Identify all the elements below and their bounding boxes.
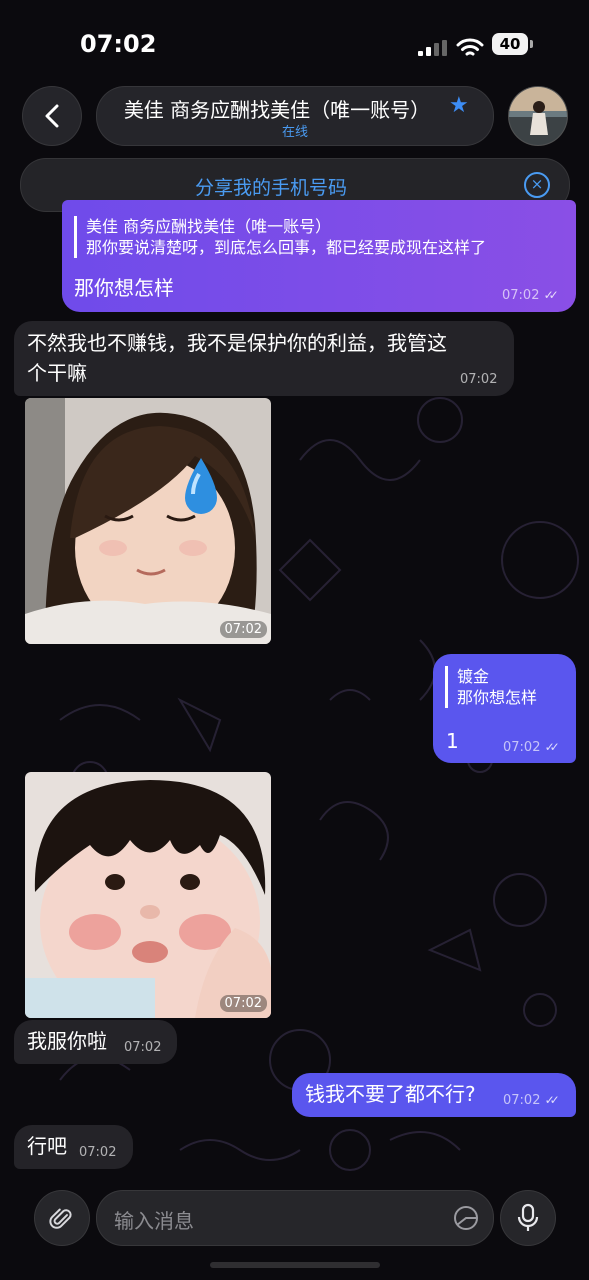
- photo-time: 07:02: [219, 995, 267, 1012]
- photo-message[interactable]: 07:02: [25, 772, 271, 1018]
- close-icon[interactable]: ×: [524, 172, 550, 198]
- avatar-photo: [509, 87, 567, 145]
- contact-avatar[interactable]: [508, 86, 568, 146]
- chevron-left-icon: [45, 104, 59, 128]
- sticker-baby-pout: [25, 772, 271, 1018]
- attach-button[interactable]: [34, 1190, 90, 1246]
- presence-status: 在线: [281, 125, 308, 140]
- share-phone-label: 分享我的手机号码: [194, 177, 347, 199]
- read-check-icon: ✓✓: [544, 1093, 560, 1107]
- incoming-message[interactable]: 不然我也不赚钱，我不是保护你的利益，我管这 个干嘛 07:02: [14, 321, 514, 396]
- microphone-button[interactable]: [500, 1190, 556, 1246]
- back-button[interactable]: [22, 86, 82, 146]
- read-check-icon: ✓✓: [543, 288, 559, 302]
- home-indicator: [210, 1262, 380, 1268]
- message-text: 1: [446, 729, 459, 753]
- battery-icon: 40: [492, 33, 528, 55]
- message-text-line: 不然我也不赚钱，我不是保护你的利益，我管这: [27, 331, 447, 355]
- reply-quote[interactable]: 美佳 商务应酬找美佳（唯一账号） 那你要说清楚呀，到底怎么回事，都已经要成现在这…: [74, 216, 486, 258]
- message-input-placeholder: 输入消息: [114, 1209, 194, 1233]
- reply-quote[interactable]: 镀金 那你想怎样: [445, 666, 537, 708]
- message-text: 我服你啦: [27, 1029, 107, 1053]
- message-text: 那你想怎样: [74, 276, 174, 300]
- photo-message[interactable]: 07:02: [25, 398, 271, 644]
- outgoing-message[interactable]: 钱我不要了都不行? 07:02 ✓✓: [292, 1073, 576, 1117]
- reply-quote-author: 美佳 商务应酬找美佳（唯一账号）: [86, 217, 332, 236]
- message-time: 07:02: [124, 1040, 162, 1055]
- message-meta: 07:02 ✓✓: [503, 740, 560, 755]
- reply-quote-text: 那你想怎样: [457, 688, 538, 707]
- wifi-icon: [456, 38, 484, 56]
- incoming-message[interactable]: 行吧 07:02: [14, 1125, 133, 1169]
- message-text-line: 个干嘛: [27, 361, 87, 385]
- message-text: 钱我不要了都不行?: [305, 1082, 476, 1106]
- outgoing-message[interactable]: 镀金 那你想怎样 1 07:02 ✓✓: [433, 654, 576, 763]
- microphone-icon: [517, 1203, 539, 1231]
- photo-time: 07:02: [219, 621, 267, 638]
- cellular-signal-icon: [418, 40, 447, 56]
- message-time: 07:02: [503, 740, 541, 755]
- message-time: 07:02: [502, 288, 540, 303]
- star-icon: ★: [449, 93, 469, 118]
- read-check-icon: ✓✓: [544, 740, 560, 754]
- status-bar: 07:02 40: [0, 18, 589, 68]
- contact-name: 美佳 商务应酬找美佳（唯一账号）: [123, 98, 431, 122]
- message-meta: 07:02 ✓✓: [503, 1093, 560, 1108]
- sticker-icon[interactable]: [453, 1205, 479, 1231]
- reply-quote-author: 镀金: [457, 667, 490, 686]
- sticker-girl-sweat-drop: [25, 398, 271, 644]
- message-input[interactable]: 输入消息: [96, 1190, 494, 1246]
- message-time: 07:02: [503, 1093, 541, 1108]
- chat-title-pill[interactable]: 美佳 商务应酬找美佳（唯一账号） ★ 在线: [96, 86, 494, 146]
- message-time: 07:02: [460, 372, 498, 387]
- battery-tip: [530, 40, 533, 48]
- message-time: 07:02: [79, 1145, 117, 1160]
- paperclip-icon: [49, 1208, 72, 1229]
- status-time: 07:02: [80, 30, 157, 58]
- incoming-message[interactable]: 我服你啦 07:02: [14, 1020, 177, 1064]
- outgoing-message[interactable]: 美佳 商务应酬找美佳（唯一账号） 那你要说清楚呀，到底怎么回事，都已经要成现在这…: [62, 200, 576, 312]
- message-meta: 07:02 ✓✓: [502, 288, 559, 303]
- message-text: 行吧: [27, 1134, 67, 1158]
- reply-quote-text: 那你要说清楚呀，到底怎么回事，都已经要成现在这样了: [86, 238, 487, 257]
